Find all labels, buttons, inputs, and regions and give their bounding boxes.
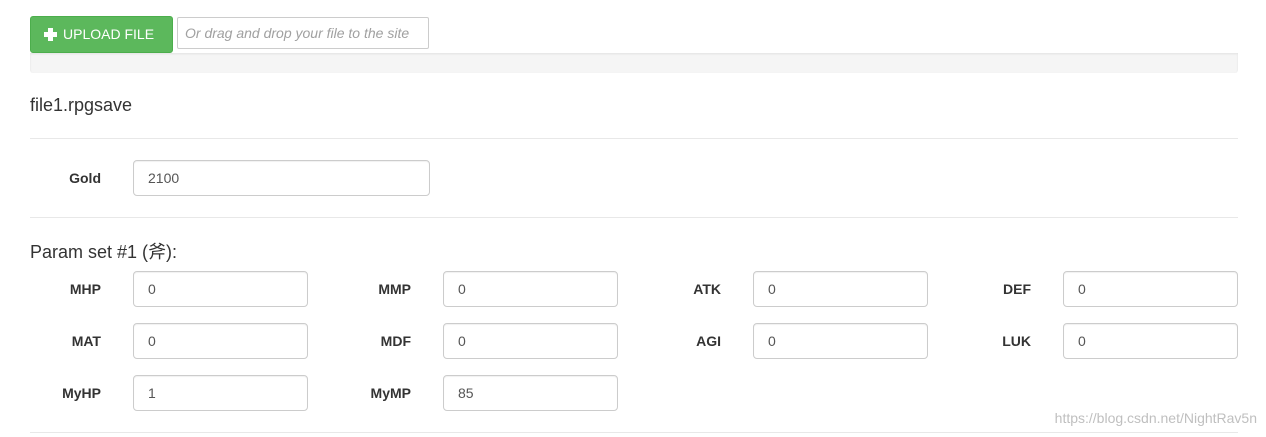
divider	[30, 432, 1238, 433]
mymp-label: MyMP	[370, 385, 411, 401]
param-set-title: Param set #1 (斧):	[30, 242, 178, 262]
upload-progress-bar	[30, 53, 1238, 73]
file-name: file1.rpgsave	[30, 95, 133, 115]
atk-input[interactable]	[753, 271, 928, 307]
plus-icon	[44, 28, 57, 41]
mdf-input[interactable]	[443, 323, 618, 359]
divider	[30, 138, 1238, 139]
mmp-label: MMP	[378, 281, 411, 297]
myhp-label: MyHP	[62, 385, 101, 401]
mat-label: MAT	[71, 333, 101, 349]
def-label: DEF	[1003, 281, 1031, 297]
mat-input[interactable]	[133, 323, 308, 359]
watermark-text: https://blog.csdn.net/NightRav5n	[1054, 410, 1257, 426]
mdf-label: MDF	[380, 333, 411, 349]
drag-drop-zone[interactable]: Or drag and drop your file to the site	[177, 17, 429, 49]
agi-label: AGI	[696, 333, 721, 349]
save-editor-page: UPLOAD FILE Or drag and drop your file t…	[0, 0, 1266, 437]
gold-label: Gold	[69, 170, 101, 186]
upload-file-label: UPLOAD FILE	[63, 26, 155, 42]
mhp-input[interactable]	[133, 271, 308, 307]
mmp-input[interactable]	[443, 271, 618, 307]
myhp-input[interactable]	[133, 375, 308, 411]
gold-input[interactable]	[133, 160, 430, 196]
atk-label: ATK	[693, 281, 721, 297]
mhp-label: MHP	[69, 281, 101, 297]
luk-input[interactable]	[1063, 323, 1238, 359]
divider	[30, 217, 1238, 218]
def-input[interactable]	[1063, 271, 1238, 307]
luk-label: LUK	[1002, 333, 1031, 349]
mymp-input[interactable]	[443, 375, 618, 411]
agi-input[interactable]	[753, 323, 928, 359]
upload-file-button[interactable]: UPLOAD FILE	[30, 16, 173, 53]
